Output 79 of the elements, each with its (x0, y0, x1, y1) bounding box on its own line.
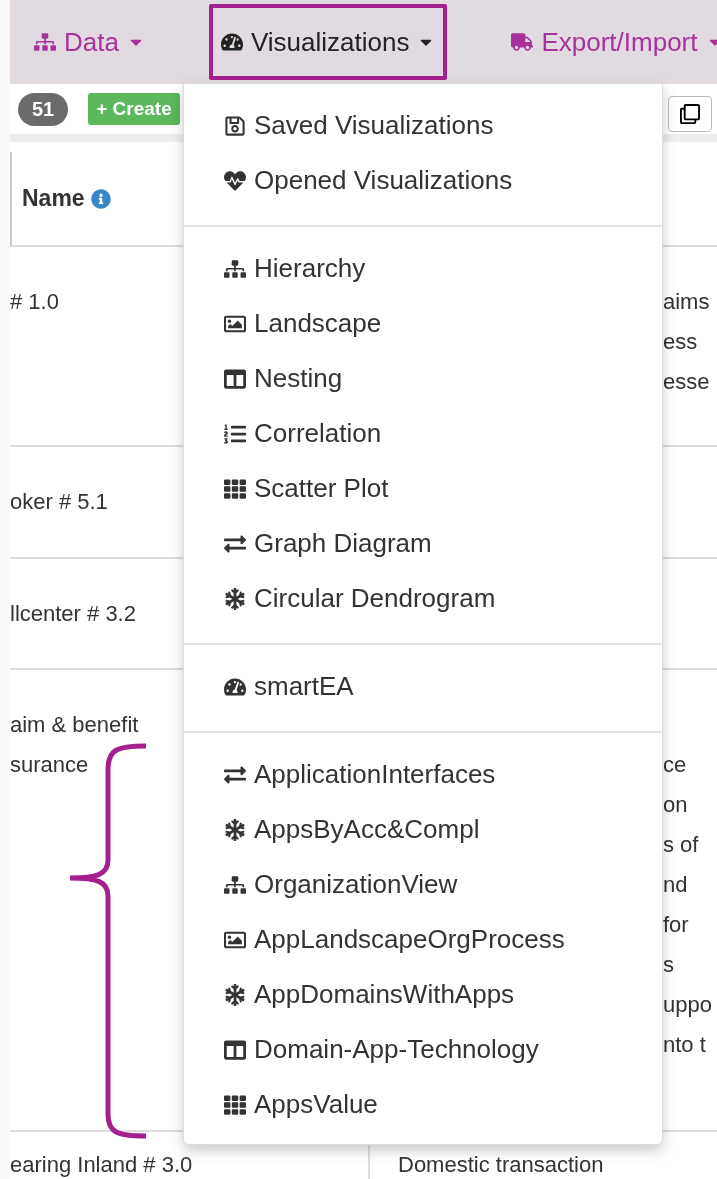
count-badge: 51 (18, 92, 69, 126)
truck-icon (511, 31, 534, 53)
menu-item-label: AppsValue (254, 1089, 378, 1120)
menu-item-label: Correlation (254, 418, 382, 449)
menu-item-label: AppsByAcc&Compl (254, 814, 480, 845)
menu-item-label: Graph Diagram (254, 528, 432, 559)
menu-item-label: ApplicationInterfaces (254, 759, 496, 790)
table-cell-text: ess (663, 328, 698, 356)
sitemap-icon (224, 873, 246, 896)
menu-item[interactable]: Circular Dendrogram (184, 571, 662, 626)
menu-item[interactable]: AppDomainsWithApps (184, 967, 662, 1022)
table-cell-text: uppo (663, 991, 712, 1019)
exchange-arrows-icon (224, 532, 246, 555)
exchange-arrows-icon (224, 763, 246, 786)
menu-item-label: Scatter Plot (254, 473, 389, 504)
menu-item-label: AppLandscapeOrgProcess (254, 924, 565, 955)
menu-item[interactable]: Saved Visualizations (184, 98, 662, 153)
menu-item-label: AppDomainsWithApps (254, 979, 515, 1010)
heartbeat-icon (224, 169, 246, 192)
table-cell-text: aims (663, 288, 710, 316)
menu-item[interactable]: ApplicationInterfaces (184, 747, 662, 802)
menu-item[interactable]: Landscape (184, 296, 662, 351)
snowflake-icon (224, 587, 246, 610)
menu-item[interactable]: OrganizationView (184, 857, 662, 912)
numbered-list-icon (224, 422, 246, 445)
table-cell-text: aim & benefit (10, 711, 139, 739)
table-cell-text: s (663, 951, 674, 979)
copy-button[interactable] (668, 96, 712, 132)
grid-icon (224, 1093, 246, 1116)
table-cell-text: Domestic transaction (398, 1151, 604, 1179)
menu-item[interactable]: Hierarchy (184, 241, 662, 296)
menu-item-label: Circular Dendrogram (254, 583, 496, 614)
table-cell-text: nto t (663, 1031, 706, 1059)
nav-menu-item[interactable]: Data (22, 4, 157, 80)
snowflake-icon (224, 818, 246, 841)
menu-item-label: Landscape (254, 308, 382, 339)
column-header: Name (22, 185, 85, 212)
menu-item-label: OrganizationView (254, 869, 458, 900)
menu-item-label: Opened Visualizations (254, 165, 513, 196)
copy-icon (680, 104, 700, 124)
sitemap-icon (224, 257, 246, 280)
menu-item-label: Nesting (254, 363, 343, 394)
snowflake-icon (224, 983, 246, 1006)
menu-item[interactable]: Scatter Plot (184, 461, 662, 516)
menu-item[interactable]: AppsValue (184, 1077, 662, 1132)
menu-item[interactable]: Opened Visualizations (184, 153, 662, 208)
menu-item-label: Hierarchy (254, 253, 366, 284)
menu-item[interactable]: Nesting (184, 351, 662, 406)
menu-item-label: Domain-App-Technology (254, 1034, 539, 1065)
menu-item[interactable]: AppsByAcc&Compl (184, 802, 662, 857)
table-cell-text: s of (663, 831, 699, 859)
sitemap-icon (34, 31, 56, 53)
table-cell-text: nd (663, 871, 688, 899)
columns-icon (224, 1038, 246, 1061)
menu-item-label: Saved Visualizations (254, 110, 494, 141)
columns-icon (224, 367, 246, 390)
table-cell-text: surance (10, 751, 89, 779)
nav-menu-item[interactable]: Export/Import (499, 4, 717, 80)
info-icon[interactable] (90, 188, 111, 209)
menu-item[interactable]: Domain-App-Technology (184, 1022, 662, 1077)
table-cell-text: oker # 5.1 (10, 488, 108, 516)
nav-label: Visualizations (250, 26, 410, 58)
grid-icon (224, 477, 246, 500)
menu-item[interactable]: AppLandscapeOrgProcess (184, 912, 662, 967)
table-cell-text: ce (663, 751, 687, 779)
nav-label: Export/Import (541, 26, 698, 58)
table-cell-text: for (663, 911, 689, 939)
menu-item[interactable]: smartEA (184, 659, 662, 714)
menu-item-label: smartEA (254, 671, 354, 702)
menu-item[interactable]: Correlation (184, 406, 662, 461)
table-cell-text: earing Inland # 3.0 (10, 1151, 193, 1179)
menu-item[interactable]: Graph Diagram (184, 516, 662, 571)
table-cell-text: esse (663, 368, 710, 396)
nav-label: Data (64, 26, 119, 58)
table-cell-text: llcenter # 3.2 (10, 600, 136, 628)
gauge-icon (220, 31, 243, 53)
nav-menu-item[interactable]: Visualizations (208, 4, 448, 80)
table-cell-text: # 1.0 (10, 288, 59, 316)
table-cell-text: on (663, 791, 688, 819)
